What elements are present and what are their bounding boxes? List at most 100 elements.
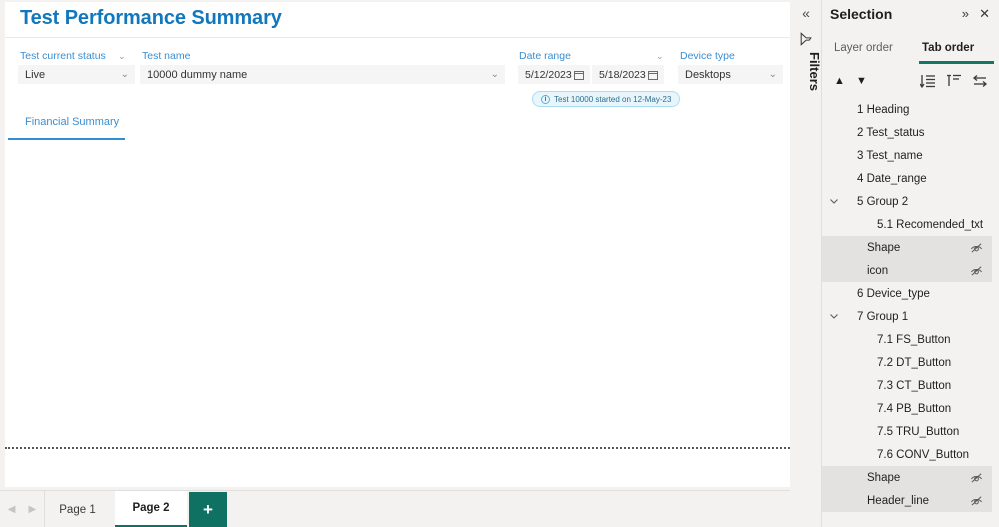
chevron-double-right-icon[interactable]: »: [962, 7, 969, 20]
tab-order-row-label: icon: [867, 264, 889, 277]
tab-order-list[interactable]: 1 Heading 2 Test_status 3 Test_name 4 Date_…: [822, 98, 992, 527]
page-prev-icon[interactable]: ◀: [8, 504, 16, 515]
selection-pane-header: Selection » ✕: [822, 0, 999, 30]
tab-order-row-label: 7.4 PB_Button: [877, 402, 952, 415]
tab-order-row[interactable]: 3 Test_name: [822, 144, 992, 167]
tab-order-row-label: Header_line: [867, 494, 930, 507]
tab-layer-order[interactable]: Layer order: [834, 42, 893, 54]
page-tab-label: Page 2: [132, 502, 170, 514]
status-slicer-dropdown[interactable]: Live ⌄: [18, 65, 135, 84]
tab-order-row-label: 7.6 CONV_Button: [877, 448, 970, 461]
hidden-eye-icon[interactable]: [970, 494, 983, 507]
page-nav-arrows[interactable]: ◀ ▶: [0, 491, 45, 527]
tab-order-row[interactable]: 7.4 PB_Button: [822, 397, 992, 420]
chevron-down-icon: ⌄: [120, 68, 129, 80]
tab-order-row-label: 6 Device_type: [857, 287, 930, 300]
report-title-band: Test Performance Summary: [5, 2, 790, 38]
tab-order-row[interactable]: 2 Test_status: [822, 121, 992, 144]
hidden-eye-icon[interactable]: [970, 264, 983, 277]
page-tab-label: Page 1: [59, 503, 96, 516]
report-canvas-area: Test Performance Summary Test current st…: [0, 0, 790, 490]
plus-icon: +: [203, 500, 213, 519]
date-range-start-value: 5/12/2023: [525, 68, 572, 81]
move-up-button[interactable]: ▲: [834, 76, 845, 87]
filter-icon: [800, 32, 812, 46]
tab-order-swap-icon[interactable]: [972, 74, 988, 88]
tab-order-row[interactable]: icon: [822, 259, 992, 282]
tab-order-row[interactable]: 7.2 DT_Button: [822, 351, 992, 374]
chevron-down-icon: ⌄: [768, 68, 777, 80]
section-divider-dashed: [5, 447, 790, 449]
tab-order-row[interactable]: 5 Group 2: [822, 190, 992, 213]
info-badge-text: Test 10000 started on 12-May-23: [554, 94, 672, 104]
tab-order-row-label: 3 Test_name: [857, 149, 923, 162]
date-range-end-input[interactable]: 5/18/2023: [592, 65, 664, 84]
device-type-slicer-value: Desktops: [685, 68, 731, 81]
calendar-icon[interactable]: [574, 70, 584, 80]
tab-tab-order[interactable]: Tab order: [922, 42, 974, 54]
hidden-eye-icon[interactable]: [970, 241, 983, 254]
info-badge: i Test 10000 started on 12-May-23: [532, 91, 681, 107]
status-slicer-header-chevron-down-icon[interactable]: ⌄: [118, 52, 126, 61]
nav-tab-financial-summary[interactable]: Financial Summary: [8, 114, 125, 140]
nav-tab-label: Financial Summary: [25, 116, 120, 128]
date-range-slicer-label: Date range: [519, 50, 571, 62]
date-range-end-value: 5/18/2023: [599, 68, 646, 81]
chevron-double-left-icon[interactable]: «: [790, 6, 822, 20]
tab-order-row[interactable]: 7.6 CONV_Button: [822, 443, 992, 466]
tab-order-row-label: 7.1 FS_Button: [877, 333, 951, 346]
tab-order-row[interactable]: 1 Heading: [822, 98, 992, 121]
tab-order-active-underline: [919, 61, 994, 64]
tab-order-row[interactable]: 7.1 FS_Button: [822, 328, 992, 351]
tab-order-row[interactable]: 7.5 TRU_Button: [822, 420, 992, 443]
hidden-eye-icon[interactable]: [970, 471, 983, 484]
chevron-down-icon[interactable]: [829, 196, 839, 206]
tab-order-row-label: 2 Test_status: [857, 126, 925, 139]
tab-order-row[interactable]: Header_line: [822, 489, 992, 512]
tab-order-row-label: 4 Date_range: [857, 172, 927, 185]
add-page-button[interactable]: +: [189, 492, 227, 527]
status-slicer-label: Test current status: [20, 50, 106, 62]
filters-pane-collapsed[interactable]: « Filters: [790, 0, 822, 527]
tab-order-row[interactable]: 5.1 Recomended_txt: [822, 213, 992, 236]
page-title: Test Performance Summary: [20, 7, 282, 29]
tab-order-row[interactable]: Shape: [822, 236, 992, 259]
selection-list-scrollbar[interactable]: [993, 98, 999, 527]
tab-order-row-label: Shape: [867, 471, 901, 484]
power-bi-report-editor: Test Performance Summary Test current st…: [0, 0, 999, 527]
date-range-start-input[interactable]: 5/12/2023: [518, 65, 590, 84]
test-name-slicer-label: Test name: [142, 50, 191, 62]
tab-order-top-icon[interactable]: [946, 74, 962, 88]
move-down-button[interactable]: ▼: [856, 76, 867, 87]
chevron-down-icon[interactable]: [829, 311, 839, 321]
tab-order-row-label: 7.5 TRU_Button: [877, 425, 960, 438]
tab-order-list-icon[interactable]: [920, 74, 936, 88]
page-tab-2[interactable]: Page 2: [115, 491, 187, 527]
nav-tab-underline: [8, 138, 125, 140]
test-name-slicer-dropdown[interactable]: 10000 dummy name ⌄: [140, 65, 505, 84]
filters-pane-label: Filters: [807, 52, 822, 92]
chevron-down-icon: ⌄: [490, 68, 499, 80]
tab-order-row[interactable]: 4 Date_range: [822, 167, 992, 190]
tab-order-row-label: 1 Heading: [857, 103, 910, 116]
tab-order-row-label: 7.3 CT_Button: [877, 379, 952, 392]
tab-order-row-label: 5.1 Recomended_txt: [877, 218, 984, 231]
calendar-icon[interactable]: [648, 70, 658, 80]
close-icon[interactable]: ✕: [979, 7, 990, 20]
report-page-canvas[interactable]: Test Performance Summary Test current st…: [5, 2, 790, 487]
tab-order-row[interactable]: 7.3 CT_Button: [822, 374, 992, 397]
page-tab-bar: ◀ ▶ Page 1 Page 2: [0, 490, 810, 527]
selection-pane-title: Selection: [830, 6, 893, 22]
tab-order-row[interactable]: 6 Device_type: [822, 282, 992, 305]
test-name-slicer-value: 10000 dummy name: [147, 68, 248, 81]
device-type-slicer-label: Device type: [680, 50, 735, 62]
tab-order-row[interactable]: Shape: [822, 466, 992, 489]
info-icon: i: [541, 94, 550, 104]
tab-order-row[interactable]: 7 Group 1: [822, 305, 992, 328]
page-tab-1[interactable]: Page 1: [45, 491, 110, 527]
date-range-header-chevron-down-icon[interactable]: ⌄: [656, 52, 664, 61]
device-type-slicer-dropdown[interactable]: Desktops ⌄: [678, 65, 783, 84]
tab-order-row-label: Shape: [867, 241, 901, 254]
page-next-icon[interactable]: ▶: [29, 504, 37, 515]
tab-order-row-label: 7.2 DT_Button: [877, 356, 952, 369]
